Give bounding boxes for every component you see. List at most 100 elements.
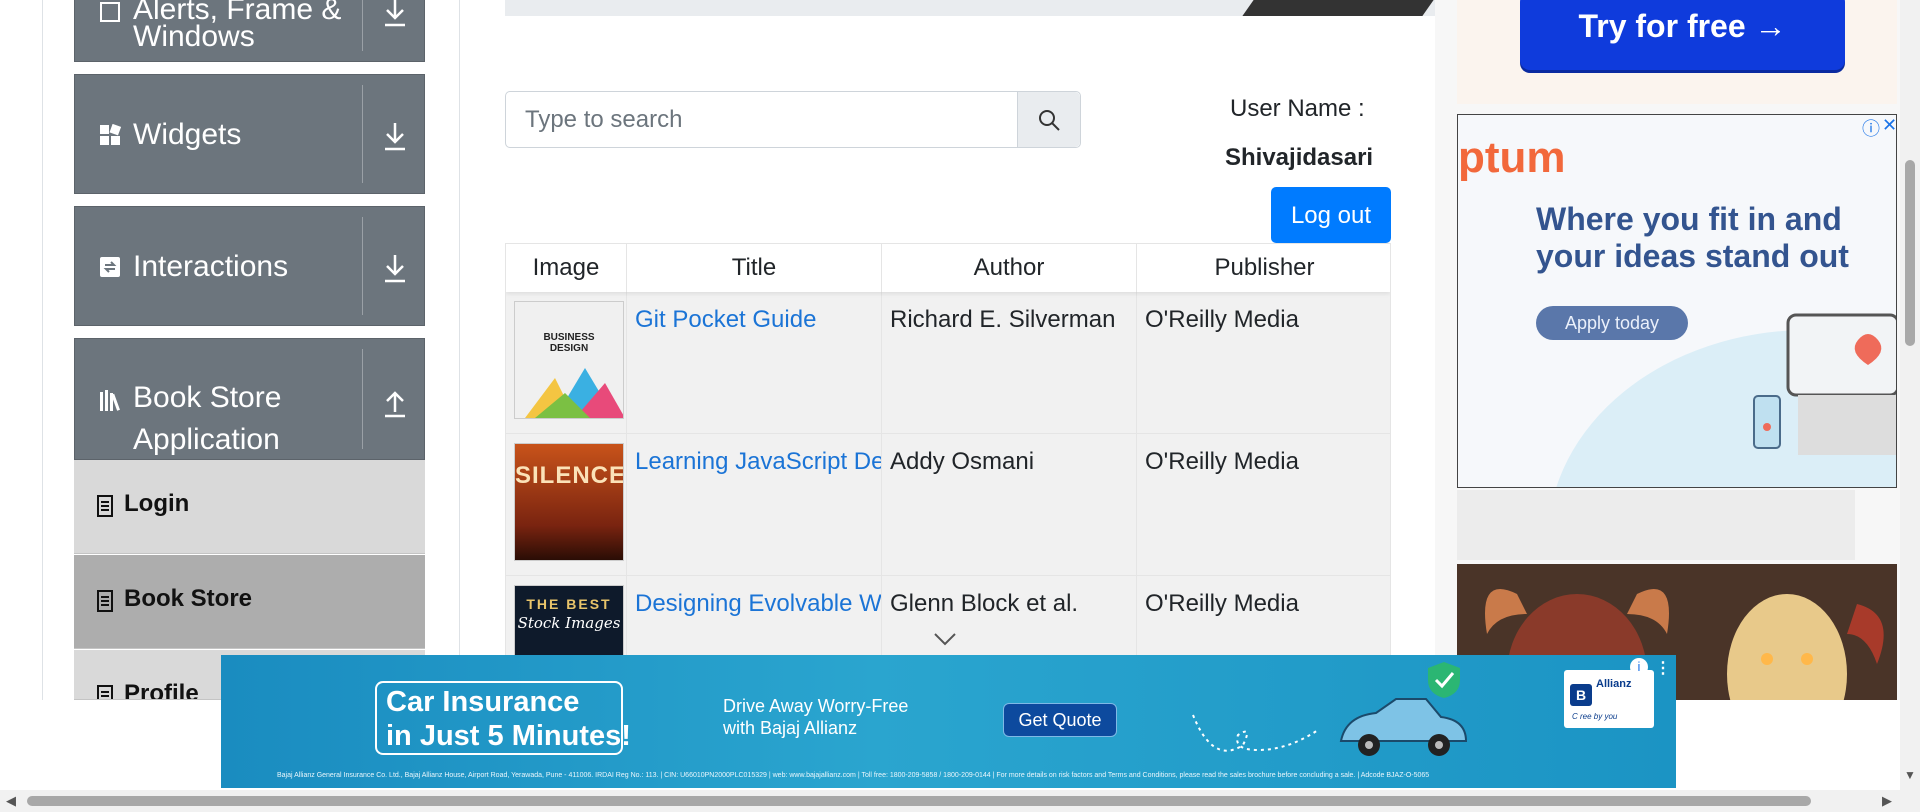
ad-info-icon[interactable]: i [1630,658,1648,676]
scroll-left-arrow-icon[interactable]: ◀ [6,793,16,809]
apply-today-button[interactable]: Apply today [1536,306,1688,340]
author-text: Richard E. Silverman [890,306,1116,333]
book-cover-image: BUSINESS DESIGN [514,301,624,419]
search-input[interactable] [506,92,1019,147]
book-title-link[interactable]: Designing Evolvable Web APIs with ASP.NE… [635,590,881,618]
search-button[interactable] [1017,92,1080,147]
vertical-scroll-thumb[interactable] [1905,160,1915,346]
bajaj-allianz-logo: B Allianz C ree by you [1564,670,1654,728]
car-icon [1339,698,1468,756]
scroll-down-arrow-icon[interactable]: ▼ [1904,768,1916,782]
document-icon [96,590,114,612]
optum-logo: ptum [1458,133,1566,182]
image-cell: BUSINESS DESIGN [506,292,627,433]
title-cell: Designing Evolvable Web APIs with ASP.NE… [627,576,882,662]
get-quote-button[interactable]: Get Quote [1003,703,1117,737]
group-label: Book Store [133,381,282,414]
books-table: Image Title Author Publisher BUSINESS DE… [505,243,1391,663]
ad-headline: Car Insurance in Just 5 Minutes! [386,686,631,752]
publisher-cell: O'Reilly Media [1137,292,1390,433]
sidebar-item-label: Profile [124,680,199,700]
sidebar-item-login[interactable]: Login [74,460,425,554]
publisher-text: O'Reilly Media [1145,448,1299,475]
book-cover-image: THE BEST Stock Images [514,585,624,662]
interactions-icon [99,256,121,278]
publisher-text: O'Reilly Media [1145,306,1299,333]
author-cell: Richard E. Silverman [882,292,1137,433]
left-gutter [0,0,43,700]
download-arrow-icon[interactable] [375,249,415,289]
group-separator [362,85,363,183]
group-separator [362,349,363,449]
window-icon [99,1,121,23]
document-icon [96,495,114,517]
group-label: Widgets [133,118,242,151]
table-header: Image Title Author Publisher [506,244,1390,292]
vertical-scrollbar[interactable]: ▼ [1900,0,1920,790]
publisher-text: O'Reilly Media [1145,590,1299,617]
widgets-icon [99,123,122,146]
scroll-right-arrow-icon[interactable]: ▶ [1882,793,1892,809]
author-cell: Glenn Block et al. [882,576,1137,662]
ad-info-icon[interactable]: ⓘ [1862,115,1880,141]
try-for-free-button[interactable]: Try for free → [1520,0,1845,70]
user-name-label: User Name : [1230,95,1365,122]
author-text: Addy Osmani [890,448,1035,475]
shield-check-icon [1428,662,1460,698]
sidebar-item-book-store[interactable]: Book Store [74,555,425,649]
sidebar-divider [459,0,460,700]
table-row: THE BEST Stock Images Designing Evolvabl… [506,576,1390,662]
bajaj-allianz-ad[interactable]: Car Insurance in Just 5 Minutes! Drive A… [221,655,1676,788]
column-header-image[interactable]: Image [506,244,627,292]
ad-subheadline: Drive Away Worry-Free with Bajaj Allianz [723,696,909,738]
ad-close-icon[interactable]: ✕ [1882,115,1896,136]
book-cover-image: SILENCE [514,443,624,561]
group-label-line2: Application [133,423,280,456]
column-header-author[interactable]: Author [882,244,1137,292]
logout-button[interactable]: Log out [1271,187,1391,243]
group-label: Interactions [133,250,289,283]
download-arrow-icon[interactable] [375,0,415,33]
dotted-path-icon [1192,714,1319,752]
upload-arrow-icon[interactable] [375,382,415,422]
books-icon [99,389,121,411]
publisher-cell: O'Reilly Media [1137,576,1390,662]
title-cell: Git Pocket Guide [627,292,882,433]
search-icon [1039,110,1060,131]
column-header-title[interactable]: Title [627,244,882,292]
group-alerts-frame-windows[interactable]: Alerts, Frame & Windows [74,0,425,62]
publisher-cell: O'Reilly Media [1137,434,1390,575]
table-row: BUSINESS DESIGN Git Pocket Guide Richard… [506,292,1390,434]
horizontal-scrollbar[interactable]: ◀ ▶ [0,790,1920,812]
user-name-value: Shivajidasari [1225,144,1374,171]
group-label-line2: Windows [133,20,255,53]
phone-illustration-icon [1753,395,1781,449]
author-text: Glenn Block et al. [890,590,1079,617]
image-cell: SILENCE [506,434,627,575]
image-cell: THE BEST Stock Images [506,576,627,662]
download-arrow-icon[interactable] [375,117,415,157]
sidebar-item-label: Login [124,490,190,517]
group-separator [362,217,363,315]
sidebar-item-label: Book Store [124,585,253,612]
author-cell: Addy Osmani [882,434,1137,575]
ad-pattern-background [1457,490,1855,560]
table-row: SILENCE Learning JavaScript Design Patte… [506,434,1390,576]
book-title-link[interactable]: Git Pocket Guide [635,306,816,334]
optum-ad[interactable]: ptum Where you fit in and your ideas sta… [1457,114,1897,488]
title-cell: Learning JavaScript Design Patterns [627,434,882,575]
book-title-link[interactable]: Learning JavaScript Design Patterns [635,448,881,476]
document-icon [96,685,114,699]
group-separator [362,0,363,51]
ad-menu-icon[interactable]: ⋮ [1655,658,1671,678]
horizontal-scroll-thumb[interactable] [27,796,1811,806]
ad-fine-print: Bajaj Allianz General Insurance Co. Ltd.… [277,772,1430,779]
top-banner-image [505,0,1435,16]
group-interactions[interactable]: Interactions [74,206,425,326]
group-book-store-application[interactable]: Book Store Application [74,338,425,460]
search-box [505,91,1081,148]
column-header-publisher[interactable]: Publisher [1137,244,1390,292]
group-widgets[interactable]: Widgets [74,74,425,194]
optum-headline: Where you fit in and your ideas stand ou… [1536,201,1849,274]
chevron-down-icon[interactable] [933,632,957,646]
